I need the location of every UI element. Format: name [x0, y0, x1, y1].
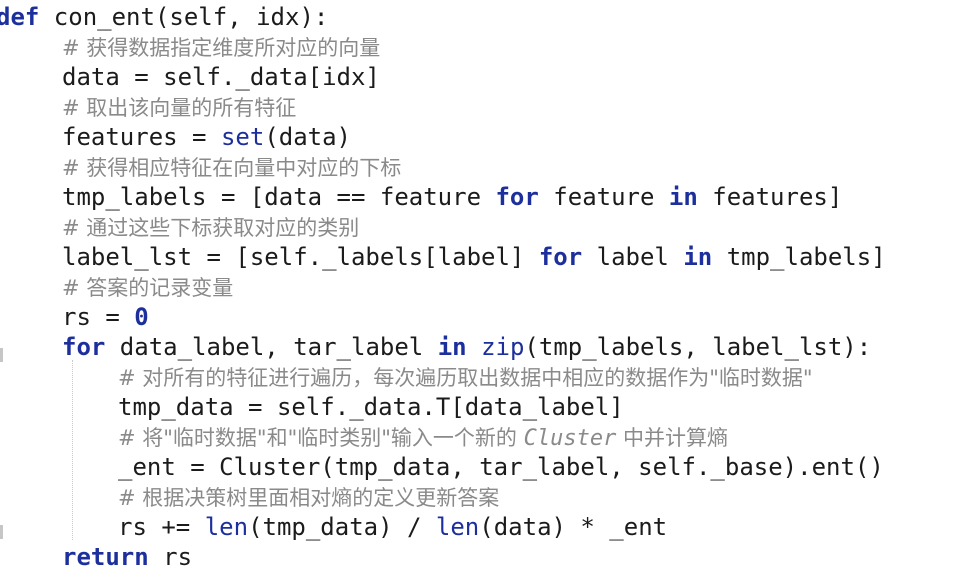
code-line[interactable]: # 获得相应特征在向量中对应的下标 — [62, 152, 401, 182]
code-line[interactable]: rs += len(tmp_data) / len(data) * _ent — [118, 512, 667, 542]
code-keyword: return — [62, 543, 149, 571]
code-line[interactable]: def con_ent(self, idx): — [0, 2, 328, 32]
code-token: (data) * _ent — [479, 513, 668, 541]
code-line[interactable]: # 取出该向量的所有特征 — [62, 92, 296, 122]
code-line[interactable]: # 通过这些下标获取对应的类别 — [62, 212, 359, 242]
code-keyword: for — [62, 333, 106, 361]
code-token: tmp_labels = [data == feature — [62, 183, 496, 211]
code-token: (tmp_labels, label_lst): — [524, 333, 872, 361]
code-token: set — [220, 123, 265, 151]
code-token: tmp_data = self._data.T[data_label] — [118, 393, 624, 421]
code-line[interactable]: _ent = Cluster(tmp_data, tar_label, self… — [118, 452, 884, 482]
code-line[interactable]: tmp_data = self._data.T[data_label] — [118, 392, 624, 422]
code-token: _ent = Cluster(tmp_data, tar_label, self… — [118, 453, 884, 481]
code-keyword: in — [437, 333, 467, 361]
code-line[interactable]: # 获得数据指定维度所对应的向量 — [62, 32, 380, 62]
code-keyword: in — [668, 183, 698, 211]
code-line[interactable]: # 根据决策树里面相对熵的定义更新答案 — [118, 482, 499, 512]
code-line[interactable]: tmp_labels = [data == feature for featur… — [62, 182, 842, 212]
code-keyword: for — [538, 243, 583, 271]
code-comment: # 对所有的特征进行遍历，每次遍历取出数据中相应的数据作为"临时数据" — [118, 366, 813, 390]
code-token: feature — [538, 183, 669, 211]
code-comment: # 答案的记录变量 — [62, 276, 234, 300]
code-token: rs — [148, 543, 193, 571]
code-token: label — [582, 243, 684, 271]
indent-guide — [72, 360, 73, 540]
code-comment: # 取出该向量的所有特征 — [62, 96, 297, 120]
code-comment: # 根据决策树里面相对熵的定义更新答案 — [118, 486, 500, 510]
code-token: len — [435, 513, 480, 541]
code-token: features = — [62, 123, 221, 151]
code-line[interactable]: label_lst = [self._labels[label] for lab… — [62, 242, 886, 272]
code-token: label_lst = [self._labels[label] — [62, 243, 539, 271]
fold-marker-icon[interactable] — [0, 348, 3, 362]
code-line[interactable]: # 对所有的特征进行遍历，每次遍历取出数据中相应的数据作为"临时数据" — [118, 362, 813, 392]
code-token: 0 — [134, 303, 149, 331]
code-comment: 中并计算熵 — [616, 426, 728, 450]
code-comment: # 通过这些下标获取对应的类别 — [62, 216, 360, 240]
code-token: data_label, tar_label — [105, 333, 438, 361]
code-token: rs += — [118, 513, 205, 541]
code-token: tmp_labels] — [712, 243, 886, 271]
code-line[interactable]: for data_label, tar_label in zip(tmp_lab… — [62, 332, 871, 362]
code-comment: # 获得相应特征在向量中对应的下标 — [62, 156, 402, 180]
code-token: (tmp_data) / — [248, 513, 436, 541]
code-line[interactable]: # 答案的记录变量 — [62, 272, 233, 302]
code-line[interactable]: rs = 0 — [62, 302, 149, 332]
code-token: con_ent(self, idx): — [39, 3, 329, 31]
code-keyword: for — [495, 183, 539, 211]
code-comment: # 获得数据指定维度所对应的向量 — [62, 36, 381, 60]
code-keyword: in — [683, 243, 713, 271]
code-token: rs = — [62, 303, 135, 331]
code-comment: # 将"临时数据"和"临时类别"输入一个新的 — [118, 426, 524, 450]
code-line[interactable]: data = self._data[idx] — [62, 62, 380, 92]
code-line[interactable]: features = set(data) — [62, 122, 351, 152]
code-editor[interactable]: def con_ent(self, idx): # 获得数据指定维度所对应的向量 d… — [0, 0, 968, 580]
code-token: features] — [697, 183, 843, 211]
code-token: zip — [481, 333, 525, 361]
fold-marker-icon[interactable] — [0, 525, 3, 539]
code-token: (data) — [264, 123, 352, 151]
code-token: data = self._data[idx] — [62, 63, 380, 91]
code-token: len — [204, 513, 249, 541]
code-line[interactable]: # 将"临时数据"和"临时类别"输入一个新的 Cluster 中并计算熵 — [118, 422, 728, 452]
code-keyword: def — [0, 3, 40, 31]
code-comment: Cluster — [523, 426, 617, 451]
code-line[interactable]: return rs — [62, 542, 192, 572]
